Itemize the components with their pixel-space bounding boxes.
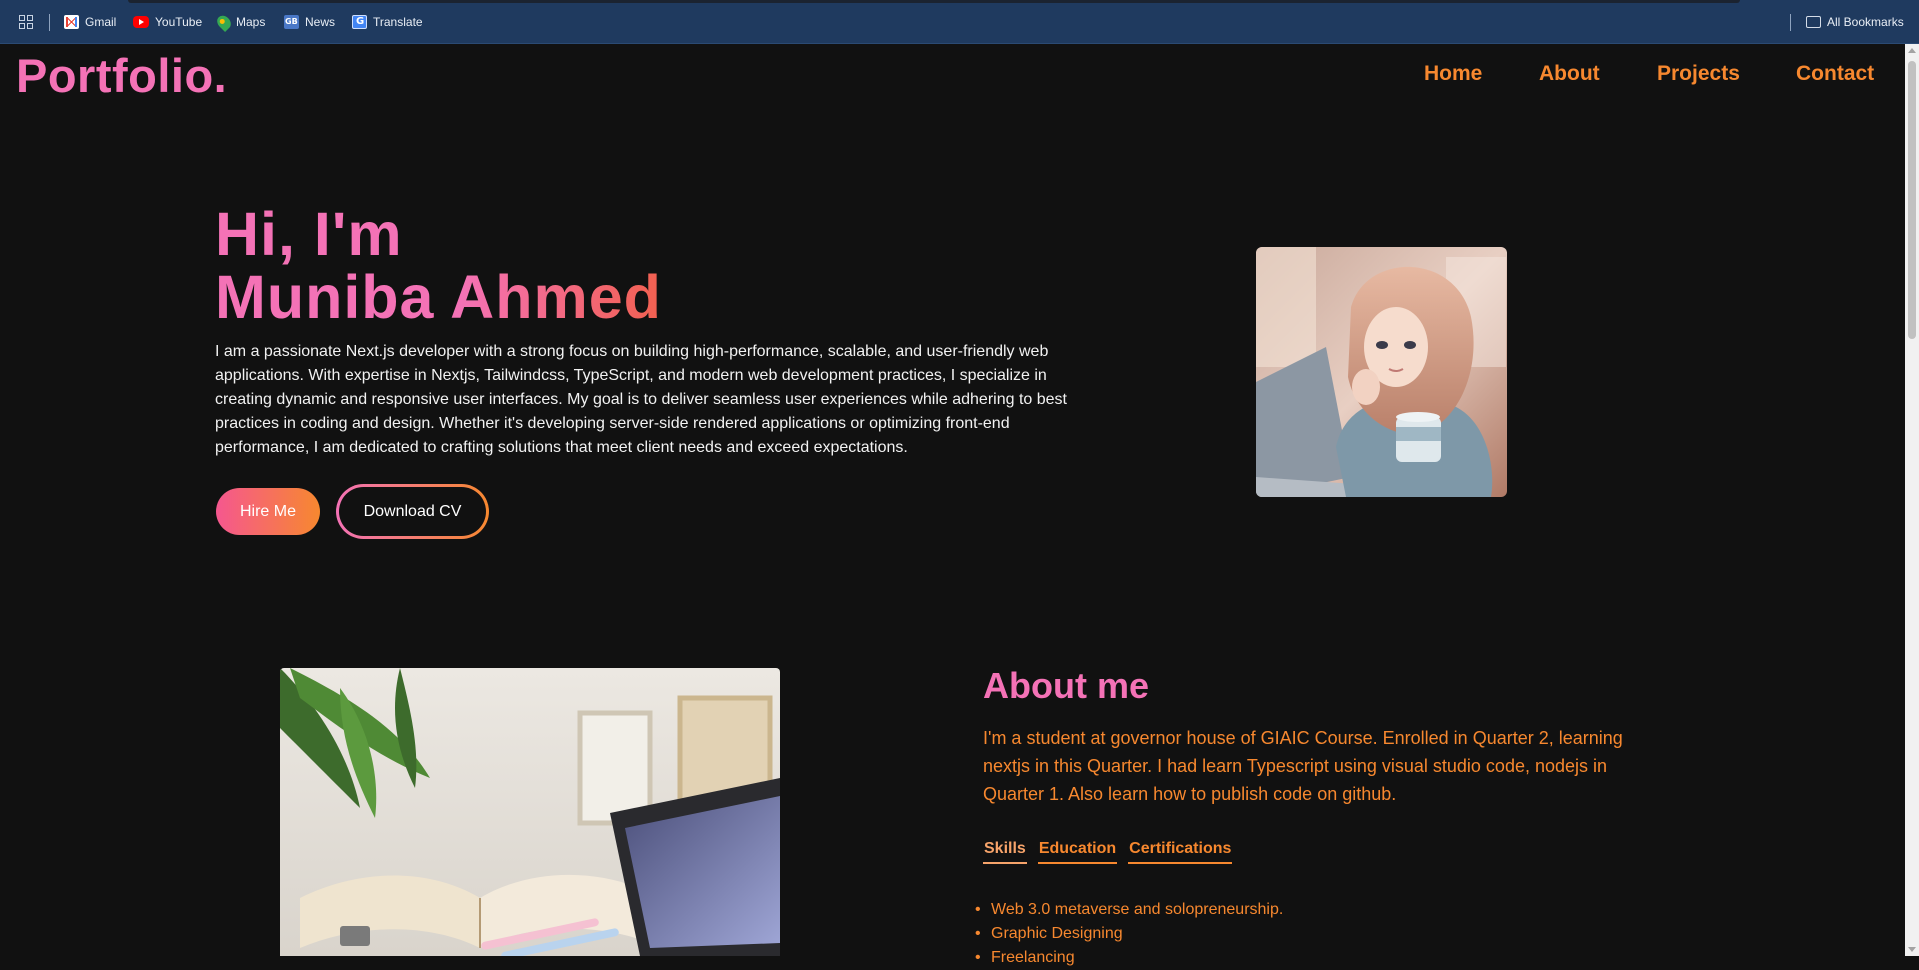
page-scrollbar[interactable] (1905, 44, 1919, 956)
bookmark-gmail[interactable]: Gmail (64, 13, 116, 31)
translate-icon (352, 15, 367, 29)
scrollbar-thumb[interactable] (1908, 61, 1916, 339)
bookmark-label: Maps (236, 15, 266, 29)
nav-link-projects[interactable]: Projects (1657, 62, 1740, 86)
all-bookmarks-label: All Bookmarks (1827, 15, 1904, 29)
news-icon (284, 15, 299, 29)
bookmark-news[interactable]: News (284, 13, 335, 31)
hero-greeting: Hi, I'm (215, 200, 403, 268)
bookmark-label: News (305, 15, 336, 29)
about-workspace-image (280, 668, 780, 956)
bookmark-label: Gmail (85, 15, 117, 29)
list-item: Web 3.0 metaverse and solopreneurship. (975, 898, 1283, 922)
about-title: About me (983, 665, 1149, 706)
nav-link-home[interactable]: Home (1424, 62, 1482, 86)
list-item: Graphic Designing (975, 922, 1283, 946)
tab-strip-edge (128, 0, 1740, 3)
site-logo[interactable]: Portfolio. (16, 48, 227, 103)
skills-list: Web 3.0 metaverse and solopreneurship. G… (975, 898, 1283, 970)
bookmark-label: YouTube (155, 15, 203, 29)
all-bookmarks-button[interactable]: All Bookmarks (1806, 13, 1904, 31)
profile-avatar-image (1256, 247, 1507, 497)
download-cv-button[interactable]: Download CV (336, 484, 489, 539)
bookmarks-bar: Gmail YouTube Maps News Translate All Bo… (0, 0, 1919, 44)
bookmark-translate[interactable]: Translate (352, 13, 423, 31)
hero-intro: I am a passionate Next.js developer with… (215, 343, 1067, 456)
bookmark-label: Translate (373, 15, 423, 29)
list-item: Freelancing (975, 946, 1283, 970)
maps-icon (214, 12, 234, 32)
gmail-icon (64, 15, 79, 29)
tab-skills[interactable]: Skills (983, 840, 1027, 864)
tab-education[interactable]: Education (1037, 840, 1118, 864)
about-tabs: Skills Education Certifications (983, 840, 1233, 864)
bookmarks-divider (49, 14, 50, 31)
hire-me-button[interactable]: Hire Me (216, 488, 320, 535)
bookmark-youtube[interactable]: YouTube (133, 13, 202, 31)
apps-grid-icon[interactable] (19, 15, 33, 29)
bookmarks-divider (1790, 14, 1791, 31)
bookmark-maps[interactable]: Maps (214, 12, 266, 32)
scroll-up-arrow-icon[interactable] (1908, 48, 1916, 53)
nav-link-about[interactable]: About (1539, 62, 1600, 86)
hero-heading: Hi, I'm Muniba Ahmed (215, 203, 662, 329)
hero-name: Muniba Ahmed (215, 263, 662, 331)
scroll-down-arrow-icon[interactable] (1908, 947, 1916, 952)
nav-link-contact[interactable]: Contact (1796, 62, 1874, 86)
about-text: I'm a student at governor house of GIAIC… (983, 728, 1623, 804)
youtube-icon (133, 16, 149, 28)
folder-icon (1806, 16, 1821, 28)
tab-certifications[interactable]: Certifications (1128, 840, 1233, 864)
